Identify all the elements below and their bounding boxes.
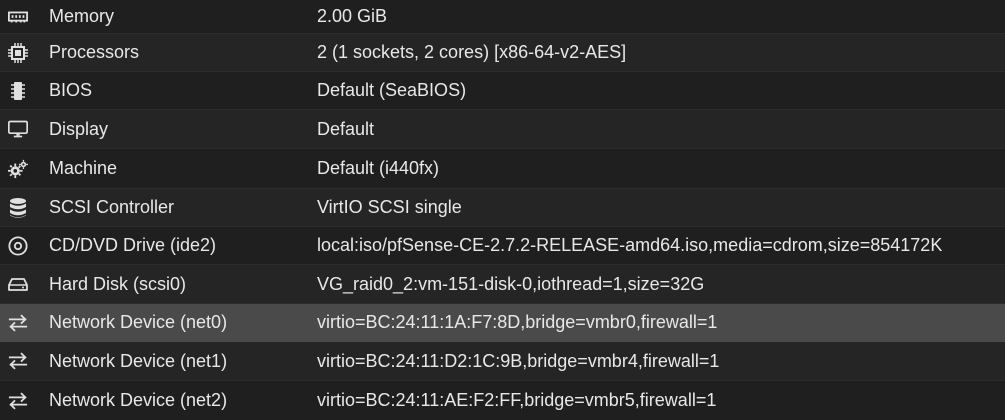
network-exchange-icon bbox=[8, 351, 28, 371]
row-value: Default (SeaBIOS) bbox=[317, 80, 467, 100]
cdrom-icon bbox=[8, 235, 28, 256]
row-network-device-net2[interactable]: Network Device (net2) virtio=BC:24:11:AE… bbox=[0, 381, 1005, 420]
row-scsi-controller[interactable]: SCSI Controller VirtIO SCSI single bbox=[0, 189, 1005, 227]
row-memory[interactable]: Memory 2.00 GiB bbox=[0, 0, 1005, 34]
row-value: 2 (1 sockets, 2 cores) [x86-64-v2-AES] bbox=[317, 42, 627, 62]
row-value: VG_raid0_2:vm-151-disk-0,iothread=1,size… bbox=[317, 273, 705, 294]
row-key: Memory bbox=[0, 0, 317, 33]
row-bios[interactable]: BIOS Default (SeaBIOS) bbox=[0, 72, 1005, 110]
row-label: Machine bbox=[49, 158, 118, 178]
row-label: Network Device (net0) bbox=[49, 312, 228, 332]
row-key: Display bbox=[0, 110, 317, 148]
row-value: VirtIO SCSI single bbox=[317, 197, 462, 217]
network-exchange-icon bbox=[8, 391, 28, 411]
row-network-device-net1[interactable]: Network Device (net1) virtio=BC:24:11:D2… bbox=[0, 342, 1005, 381]
row-value: Default (i440fx) bbox=[317, 158, 440, 178]
row-key: Network Device (net0) bbox=[0, 304, 317, 341]
row-display[interactable]: Display Default bbox=[0, 110, 1005, 149]
row-key: Network Device (net2) bbox=[0, 381, 317, 420]
hard-disk-icon bbox=[8, 274, 28, 294]
row-key: CD/DVD Drive (ide2) bbox=[0, 227, 317, 264]
row-machine[interactable]: Machine Default (i440fx) bbox=[0, 149, 1005, 189]
bios-chip-icon bbox=[8, 81, 28, 101]
row-key: SCSI Controller bbox=[0, 189, 317, 226]
row-label: Hard Disk (scsi0) bbox=[49, 273, 187, 294]
display-monitor-icon bbox=[8, 119, 28, 139]
row-network-device-net0[interactable]: Network Device (net0) virtio=BC:24:11:1A… bbox=[0, 304, 1005, 342]
row-value: local:iso/pfSense-CE-2.7.2-RELEASE-amd64… bbox=[317, 235, 943, 255]
row-label: Network Device (net1) bbox=[49, 350, 228, 371]
row-value: virtio=BC:24:11:D2:1C:9B,bridge=vmbr4,fi… bbox=[317, 350, 720, 371]
row-key: BIOS bbox=[0, 72, 317, 109]
row-label: CD/DVD Drive (ide2) bbox=[49, 235, 217, 255]
row-label: BIOS bbox=[49, 80, 93, 100]
row-key: Hard Disk (scsi0) bbox=[0, 265, 317, 303]
row-hard-disk[interactable]: Hard Disk (scsi0) VG_raid0_2:vm-151-disk… bbox=[0, 265, 1005, 304]
row-key: Machine bbox=[0, 149, 317, 188]
row-label: Processors bbox=[49, 42, 140, 62]
machine-gears-icon bbox=[8, 159, 28, 179]
hardware-grid: Memory 2.00 GiB Processors 2 (1 sockets,… bbox=[0, 0, 1005, 420]
network-exchange-icon bbox=[8, 313, 28, 333]
row-value: virtio=BC:24:11:AE:F2:FF,bridge=vmbr5,fi… bbox=[317, 390, 717, 410]
row-processors[interactable]: Processors 2 (1 sockets, 2 cores) [x86-6… bbox=[0, 34, 1005, 72]
row-label: Memory bbox=[49, 6, 115, 26]
database-icon bbox=[8, 197, 28, 218]
row-value: 2.00 GiB bbox=[317, 6, 388, 26]
row-value: Default bbox=[317, 118, 375, 139]
row-value: virtio=BC:24:11:1A:F7:8D,bridge=vmbr0,fi… bbox=[317, 312, 718, 332]
row-cdrom[interactable]: CD/DVD Drive (ide2) local:iso/pfSense-CE… bbox=[0, 227, 1005, 265]
row-label: Display bbox=[49, 118, 109, 139]
memory-icon bbox=[8, 7, 28, 27]
row-label: Network Device (net2) bbox=[49, 390, 228, 410]
row-label: SCSI Controller bbox=[49, 197, 175, 217]
row-key: Processors bbox=[0, 34, 317, 71]
processor-icon bbox=[8, 42, 28, 63]
row-key: Network Device (net1) bbox=[0, 342, 317, 380]
